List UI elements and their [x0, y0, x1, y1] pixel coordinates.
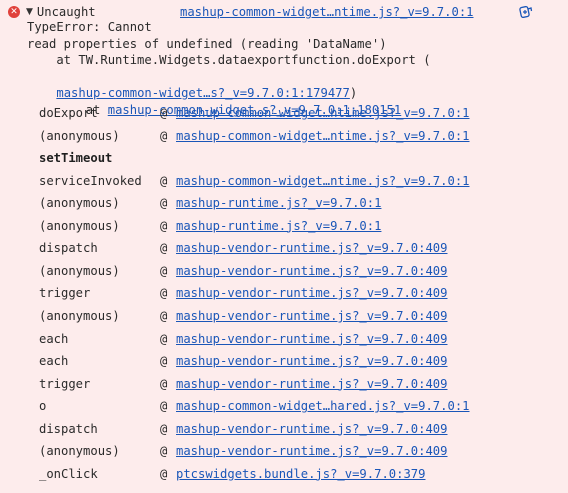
stack-frame: (anonymous) @ mashup-vendor-runtime.js?_v=… — [0, 262, 568, 280]
frame-location-link[interactable]: mashup-vendor-runtime.js?_v=9.7.0:409 — [176, 284, 448, 302]
console-error-entry: ✕ ▼ Uncaught mashup-common-widget…ntime.… — [0, 0, 568, 493]
at-symbol: @ — [160, 196, 168, 211]
error-message-line: at TW.Runtime.Widgets.dataexportfunction… — [27, 53, 431, 67]
frame-function-name: (anonymous) — [39, 128, 120, 143]
frame-function-name: trigger — [39, 286, 91, 301]
at-symbol: @ — [160, 421, 168, 436]
stack-frame: _onClick @ ptcswidgets.bundle.js?_v=9.7.0:… — [0, 465, 568, 483]
frame-function-name: each — [39, 331, 69, 346]
frame-location-link[interactable]: ptcswidgets.bundle.js?_v=9.7.0:379 — [176, 465, 425, 483]
frame-location-link[interactable]: mashup-common-widget…ntime.js?_v=9.7.0:1 — [176, 104, 470, 122]
frame-location-link[interactable]: mashup-vendor-runtime.js?_v=9.7.0:409 — [176, 307, 448, 325]
error-circle-icon: ✕ — [8, 6, 20, 18]
stack-frame: trigger @ mashup-vendor-runtime.js?_v=9.7.… — [0, 375, 568, 393]
stack-frame: serviceInvoked @ mashup-common-widget…ntim… — [0, 172, 568, 190]
at-symbol: @ — [160, 444, 168, 459]
at-symbol: @ — [160, 286, 168, 301]
at-symbol: @ — [160, 466, 168, 481]
frame-function-name: (anonymous) — [39, 308, 120, 323]
error-message-line: mashup-common-widget…s?_v=9.7.0:1:179477… — [27, 69, 357, 100]
async-boundary: setTimeout — [0, 149, 568, 167]
frame-function-name: trigger — [39, 376, 91, 391]
stack-frame: dispatch @ mashup-vendor-runtime.js?_v=9.7… — [0, 420, 568, 438]
uncaught-label: Uncaught — [36, 5, 96, 19]
stack-frame: trigger @ mashup-vendor-runtime.js?_v=9.7.… — [0, 284, 568, 302]
error-header[interactable]: ✕ ▼ Uncaught mashup-common-widget…ntime.… — [8, 4, 560, 20]
frame-location-link[interactable]: mashup-vendor-runtime.js?_v=9.7.0:409 — [176, 442, 448, 460]
stack-frame: doExport @ mashup-common-widget…ntime.js?_… — [0, 104, 568, 122]
error-source-link[interactable]: mashup-common-widget…ntime.js?_v=9.7.0:1 — [180, 5, 474, 19]
frame-location-link[interactable]: mashup-vendor-runtime.js?_v=9.7.0:409 — [176, 262, 448, 280]
frame-location-link[interactable]: mashup-runtime.js?_v=9.7.0:1 — [176, 194, 381, 212]
at-symbol: @ — [160, 173, 168, 188]
frame-location-link[interactable]: mashup-vendor-runtime.js?_v=9.7.0:409 — [176, 352, 448, 370]
stack-frame: (anonymous) @ mashup-runtime.js?_v=9.7.0:1 — [0, 194, 568, 212]
stack-frame: dispatch @ mashup-vendor-runtime.js?_v=9.7… — [0, 239, 568, 257]
frame-function-name: doExport — [39, 106, 98, 120]
frame-location-link[interactable]: mashup-vendor-runtime.js?_v=9.7.0:409 — [176, 420, 448, 438]
at-symbol: @ — [160, 399, 168, 414]
frame-location-link[interactable]: mashup-vendor-runtime.js?_v=9.7.0:409 — [176, 239, 448, 257]
at-symbol: @ — [160, 376, 168, 391]
at-symbol: @ — [160, 218, 168, 233]
frame-function-name: dispatch — [39, 241, 98, 256]
frame-function-name: (anonymous) — [39, 444, 120, 459]
frame-location-link[interactable]: mashup-vendor-runtime.js?_v=9.7.0:409 — [176, 330, 448, 348]
frame-location-link[interactable]: mashup-runtime.js?_v=9.7.0:1 — [176, 217, 381, 235]
frame-function-name: (anonymous) — [39, 263, 120, 278]
collapse-caret-icon[interactable]: ▼ — [26, 7, 33, 17]
at-symbol: @ — [160, 241, 168, 256]
frame-function-name: _onClick — [39, 466, 98, 481]
frame-function-name: dispatch — [39, 421, 98, 436]
error-message-line: read properties of undefined (reading 'D… — [27, 37, 387, 51]
stack-frame: o @ mashup-common-widget…hared.js?_v=9.7.0… — [0, 397, 568, 415]
at-symbol: @ — [160, 354, 168, 369]
stack-frame: (anonymous) @ mashup-vendor-runtime.js?_v=… — [0, 442, 568, 460]
at-symbol: @ — [160, 128, 168, 143]
at-symbol: @ — [160, 331, 168, 346]
stack-frame: (anonymous) @ mashup-vendor-runtime.js?_v=… — [0, 307, 568, 325]
frame-function-name: (anonymous) — [39, 218, 120, 233]
frame-function-name: each — [39, 354, 69, 369]
frame-function-name: (anonymous) — [39, 196, 120, 211]
frame-location-link[interactable]: mashup-common-widget…ntime.js?_v=9.7.0:1 — [176, 127, 470, 145]
at-symbol: @ — [160, 263, 168, 278]
frame-location-link[interactable]: mashup-common-widget…hared.js?_v=9.7.0:1 — [176, 397, 470, 415]
error-message-line: TypeError: Cannot — [27, 20, 152, 34]
stack-frame: (anonymous) @ mashup-common-widget…ntime.j… — [0, 127, 568, 145]
frame-function-name: o — [39, 399, 47, 414]
stack-frame: each @ mashup-vendor-runtime.js?_v=9.7.0:4… — [0, 330, 568, 348]
frame-function-name: serviceInvoked — [39, 173, 142, 188]
stack-frame: each @ mashup-vendor-runtime.js?_v=9.7.0:4… — [0, 352, 568, 370]
at-symbol: @ — [160, 308, 168, 323]
frame-location-link[interactable]: mashup-vendor-runtime.js?_v=9.7.0:409 — [176, 375, 448, 393]
ai-explain-icon[interactable] — [518, 4, 534, 20]
async-boundary-label: setTimeout — [39, 151, 113, 166]
frame-location-link[interactable]: mashup-common-widget…ntime.js?_v=9.7.0:1 — [176, 172, 470, 190]
error-message-line: at mashup-common-widget…s?_v=9.7.0:1:180… — [27, 86, 402, 117]
at-symbol: @ — [160, 106, 168, 120]
stack-frame: (anonymous) @ mashup-runtime.js?_v=9.7.0:1 — [0, 217, 568, 235]
